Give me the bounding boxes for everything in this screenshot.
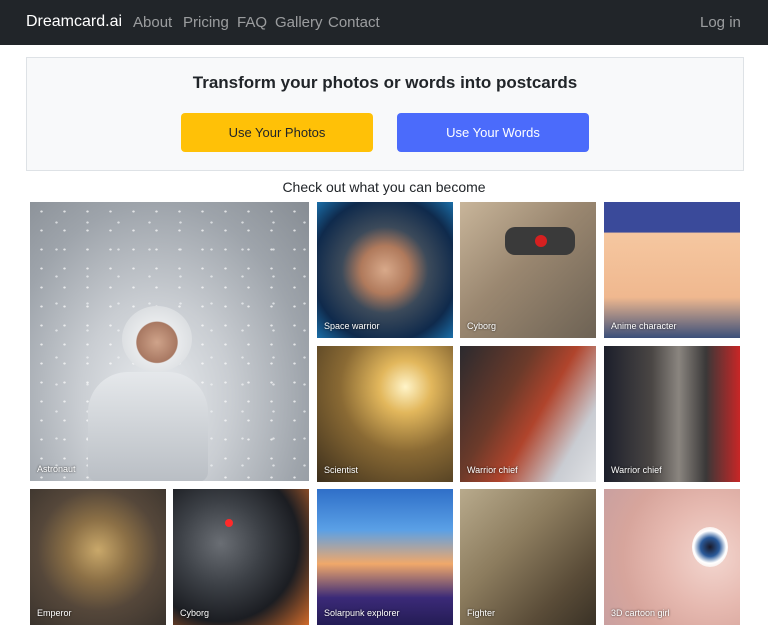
nav-link-about[interactable]: About xyxy=(133,14,172,31)
hero-panel: Transform your photos or words into post… xyxy=(26,57,744,171)
gallery-item-caption: Anime character xyxy=(611,321,677,331)
gallery-item-solarpunk-explorer[interactable]: Solarpunk explorer xyxy=(317,489,453,625)
use-your-photos-button[interactable]: Use Your Photos xyxy=(181,113,373,152)
gallery-item-fighter[interactable]: Fighter xyxy=(460,489,596,625)
use-your-words-button[interactable]: Use Your Words xyxy=(397,113,589,152)
gallery-item-caption: Emperor xyxy=(37,608,72,618)
gallery-item-cyborg[interactable]: Cyborg xyxy=(460,202,596,338)
brand-link[interactable]: Dreamcard.ai xyxy=(26,13,122,31)
nav-link-gallery[interactable]: Gallery xyxy=(275,14,323,31)
nav-link-contact[interactable]: Contact xyxy=(328,14,380,31)
gallery-item-emperor[interactable]: Emperor xyxy=(30,489,166,625)
gallery-item-caption: 3D cartoon girl xyxy=(611,608,670,618)
navbar: Dreamcard.ai About Pricing FAQ Gallery C… xyxy=(0,0,768,45)
gallery-item-caption: Warrior chief xyxy=(467,465,518,475)
gallery-item-warrior-chief-2[interactable]: Warrior chief xyxy=(604,346,740,482)
gallery-item-caption: Cyborg xyxy=(180,608,210,618)
gallery-item-warrior-chief[interactable]: Warrior chief xyxy=(460,346,596,482)
gallery-item-caption: Space warrior xyxy=(324,321,380,331)
astronaut-suit-image xyxy=(88,372,208,481)
gallery-heading: Check out what you can become xyxy=(282,179,486,195)
gallery-item-caption: Cyborg xyxy=(467,321,497,331)
gallery-item-cyborg-2[interactable]: Cyborg xyxy=(173,489,309,625)
gallery-item-caption: Fighter xyxy=(467,608,496,618)
gallery-item-astronaut[interactable]: Astronaut xyxy=(30,202,309,481)
gallery-item-caption: Warrior chief xyxy=(611,465,662,475)
cyborg-red-eye-image xyxy=(225,519,233,527)
gallery-item-scientist[interactable]: Scientist xyxy=(317,346,453,482)
astronaut-helmet-image xyxy=(122,306,192,372)
gallery-item-caption: Astronaut xyxy=(37,464,76,474)
gallery-item-space-warrior[interactable]: Space warrior xyxy=(317,202,453,338)
nav-link-faq[interactable]: FAQ xyxy=(237,14,267,31)
cartoon-eye-image xyxy=(692,527,728,567)
gallery-item-caption: Solarpunk explorer xyxy=(324,608,400,618)
hero-title: Transform your photos or words into post… xyxy=(192,73,578,92)
login-link[interactable]: Log in xyxy=(700,14,741,31)
nav-link-pricing[interactable]: Pricing xyxy=(183,14,229,31)
gallery-item-anime-character[interactable]: Anime character xyxy=(604,202,740,338)
cyborg-visor-image xyxy=(505,227,575,255)
gallery-item-caption: Scientist xyxy=(324,465,359,475)
gallery-item-3d-cartoon-girl[interactable]: 3D cartoon girl xyxy=(604,489,740,625)
